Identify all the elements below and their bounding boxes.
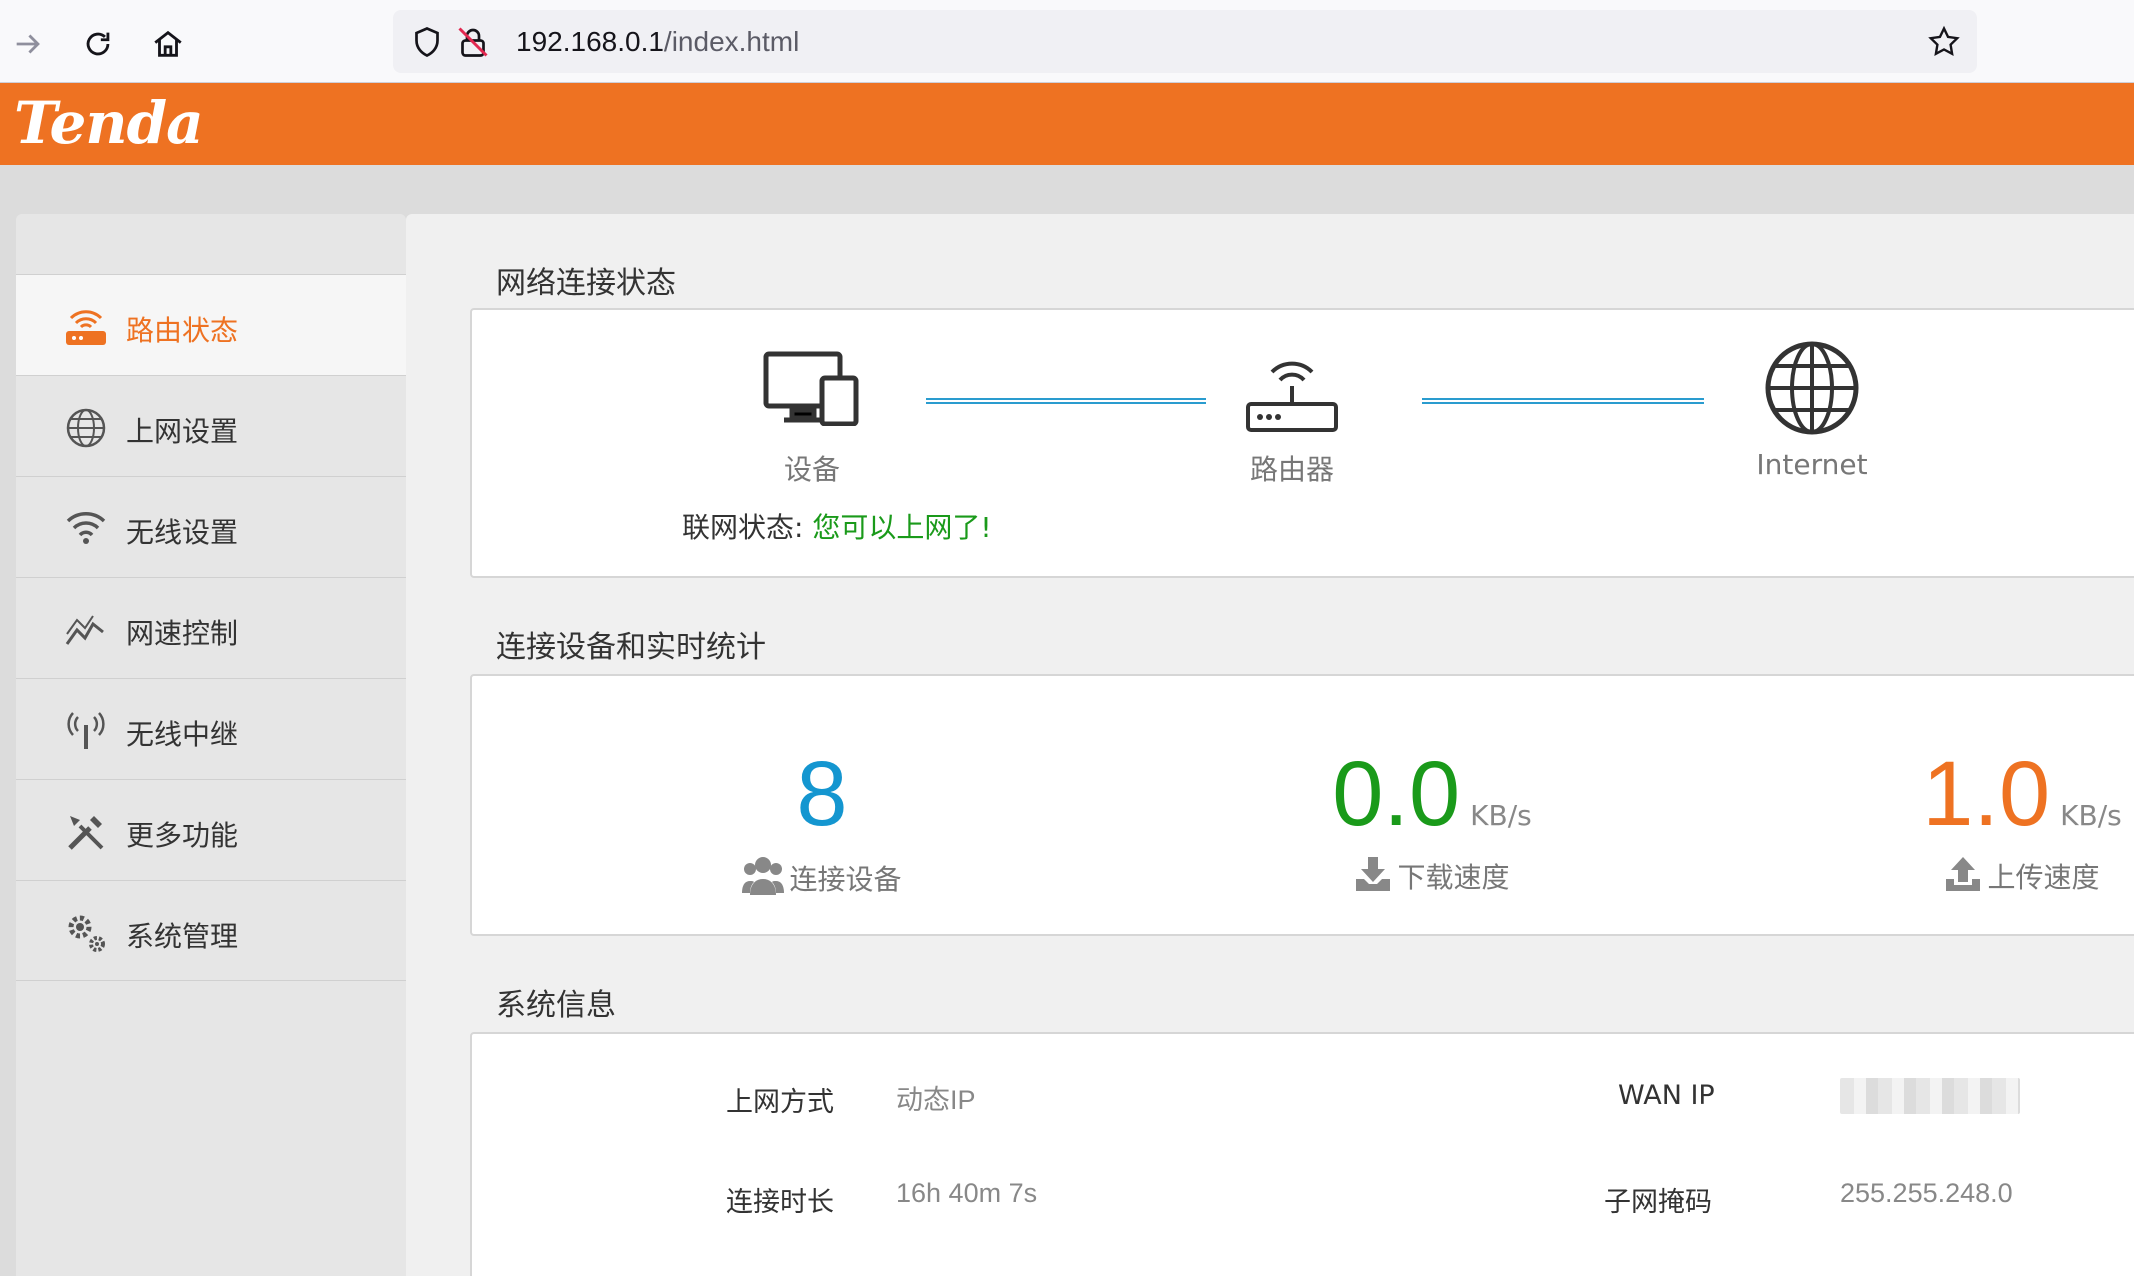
sidebar-item-label: 网速控制 <box>126 617 239 650</box>
stats-panel: 8 连接设备 0.0 KB/s 下载速度 1.0 KB/s 上传速度 <box>470 674 2134 936</box>
insecure-lock-icon[interactable] <box>455 24 491 60</box>
upload-icon <box>1946 857 1981 891</box>
forward-button[interactable] <box>4 20 52 68</box>
home-icon <box>154 30 182 57</box>
connection-status-value: 您可以上网了! <box>812 511 992 544</box>
globe-icon <box>1765 341 1859 435</box>
sidebar-item-wireless-repeater[interactable]: 无线中继 <box>16 678 406 779</box>
device-node: 设备 <box>732 350 892 488</box>
router-status-icon <box>66 310 106 345</box>
sidebar-item-label: 上网设置 <box>126 415 239 448</box>
reload-icon <box>86 32 110 56</box>
connection-status: 联网状态: 您可以上网了! <box>682 506 992 546</box>
uptime-value: 16h 40m 7s <box>896 1178 1038 1208</box>
router-node: 路由器 <box>1182 350 1402 488</box>
shield-icon[interactable] <box>409 24 445 60</box>
sidebar-item-label: 无线中继 <box>126 718 239 751</box>
url-bar[interactable]: 192.168.0.1/index.html <box>393 10 1977 73</box>
sidebar: 路由状态 上网设置 无线设置 网速控制 无线中继 更多功能 系统管理 <box>16 214 406 1276</box>
url-text[interactable]: 192.168.0.1/index.html <box>516 26 799 58</box>
browser-toolbar: 192.168.0.1/index.html <box>0 0 2134 83</box>
upload-speed-value: 1.0 <box>1922 743 2051 845</box>
tools-icon <box>68 816 104 850</box>
wan-ip-label: WAN IP <box>1618 1080 1715 1111</box>
network-status-panel: 设备 路由器 Internet 联网状态: 您可以上网了! <box>470 308 2134 578</box>
devices-icon <box>763 351 859 427</box>
upload-speed-stat: 1.0 KB/s 上传速度 <box>1852 742 2134 896</box>
internet-node: Internet <box>1712 340 1912 481</box>
connected-devices-stat[interactable]: 8 连接设备 <box>672 742 972 898</box>
sidebar-item-internet-settings[interactable]: 上网设置 <box>16 375 406 476</box>
router-icon <box>1246 361 1338 432</box>
sidebar-item-label: 更多功能 <box>126 819 239 852</box>
sidebar-item-router-status[interactable]: 路由状态 <box>16 274 406 375</box>
sidebar-item-wireless-settings[interactable]: 无线设置 <box>16 476 406 577</box>
tenda-logo: Tenda <box>14 89 204 157</box>
sidebar-item-label: 路由状态 <box>126 314 239 347</box>
reload-button[interactable] <box>74 20 122 68</box>
antenna-icon <box>67 712 105 749</box>
main-content: 网络连接状态 设备 路由器 Internet 联网状态: 您可以上网了! 连接设… <box>406 214 2134 1276</box>
sidebar-item-label: 系统管理 <box>126 920 239 953</box>
uptime-label: 连接时长 <box>726 1187 834 1218</box>
sidebar-item-label: 无线设置 <box>126 516 239 549</box>
section-title-stats: 连接设备和实时统计 <box>496 630 766 665</box>
arrow-right-icon <box>16 34 40 54</box>
download-speed-value: 0.0 <box>1332 743 1461 845</box>
download-icon <box>1356 857 1391 891</box>
connected-devices-label: 连接设备 <box>789 863 902 896</box>
download-speed-label: 下载速度 <box>1397 861 1510 894</box>
wan-ip-value-redacted <box>1840 1078 2020 1114</box>
speed-chart-icon <box>65 615 104 645</box>
sidebar-item-speed-control[interactable]: 网速控制 <box>16 577 406 678</box>
home-button[interactable] <box>144 20 192 68</box>
upload-speed-label: 上传速度 <box>1987 861 2100 894</box>
gears-icon <box>68 915 105 952</box>
download-speed-unit: KB/s <box>1470 799 1532 832</box>
internet-label: Internet <box>1756 448 1868 481</box>
connection-status-label: 联网状态: <box>682 511 804 544</box>
wifi-icon <box>66 512 106 544</box>
download-speed-stat: 0.0 KB/s 下载速度 <box>1262 742 1602 896</box>
connected-devices-count: 8 <box>796 743 848 845</box>
router-internet-link <box>1422 398 1704 404</box>
users-icon <box>742 857 785 895</box>
subnet-mask-value: 255.255.248.0 <box>1840 1178 2013 1208</box>
subnet-mask-label: 子网掩码 <box>1604 1187 1712 1218</box>
header-bar: Tenda <box>0 83 2134 165</box>
device-label: 设备 <box>783 453 840 486</box>
conn-type-value: 动态IP <box>896 1085 976 1115</box>
conn-type-label: 上网方式 <box>726 1087 834 1118</box>
device-router-link <box>926 398 1206 404</box>
bookmark-star-icon[interactable] <box>1926 24 1962 60</box>
router-label: 路由器 <box>1249 453 1334 486</box>
system-info-panel: 上网方式 动态IP WAN IP 连接时长 16h 40m 7s 子网掩码 25… <box>470 1032 2134 1276</box>
section-title-sysinfo: 系统信息 <box>496 988 616 1023</box>
sidebar-item-system-management[interactable]: 系统管理 <box>16 880 406 981</box>
globe-icon <box>66 408 106 448</box>
sidebar-item-more-features[interactable]: 更多功能 <box>16 779 406 880</box>
section-title-network: 网络连接状态 <box>496 266 676 301</box>
upload-speed-unit: KB/s <box>2060 799 2122 832</box>
